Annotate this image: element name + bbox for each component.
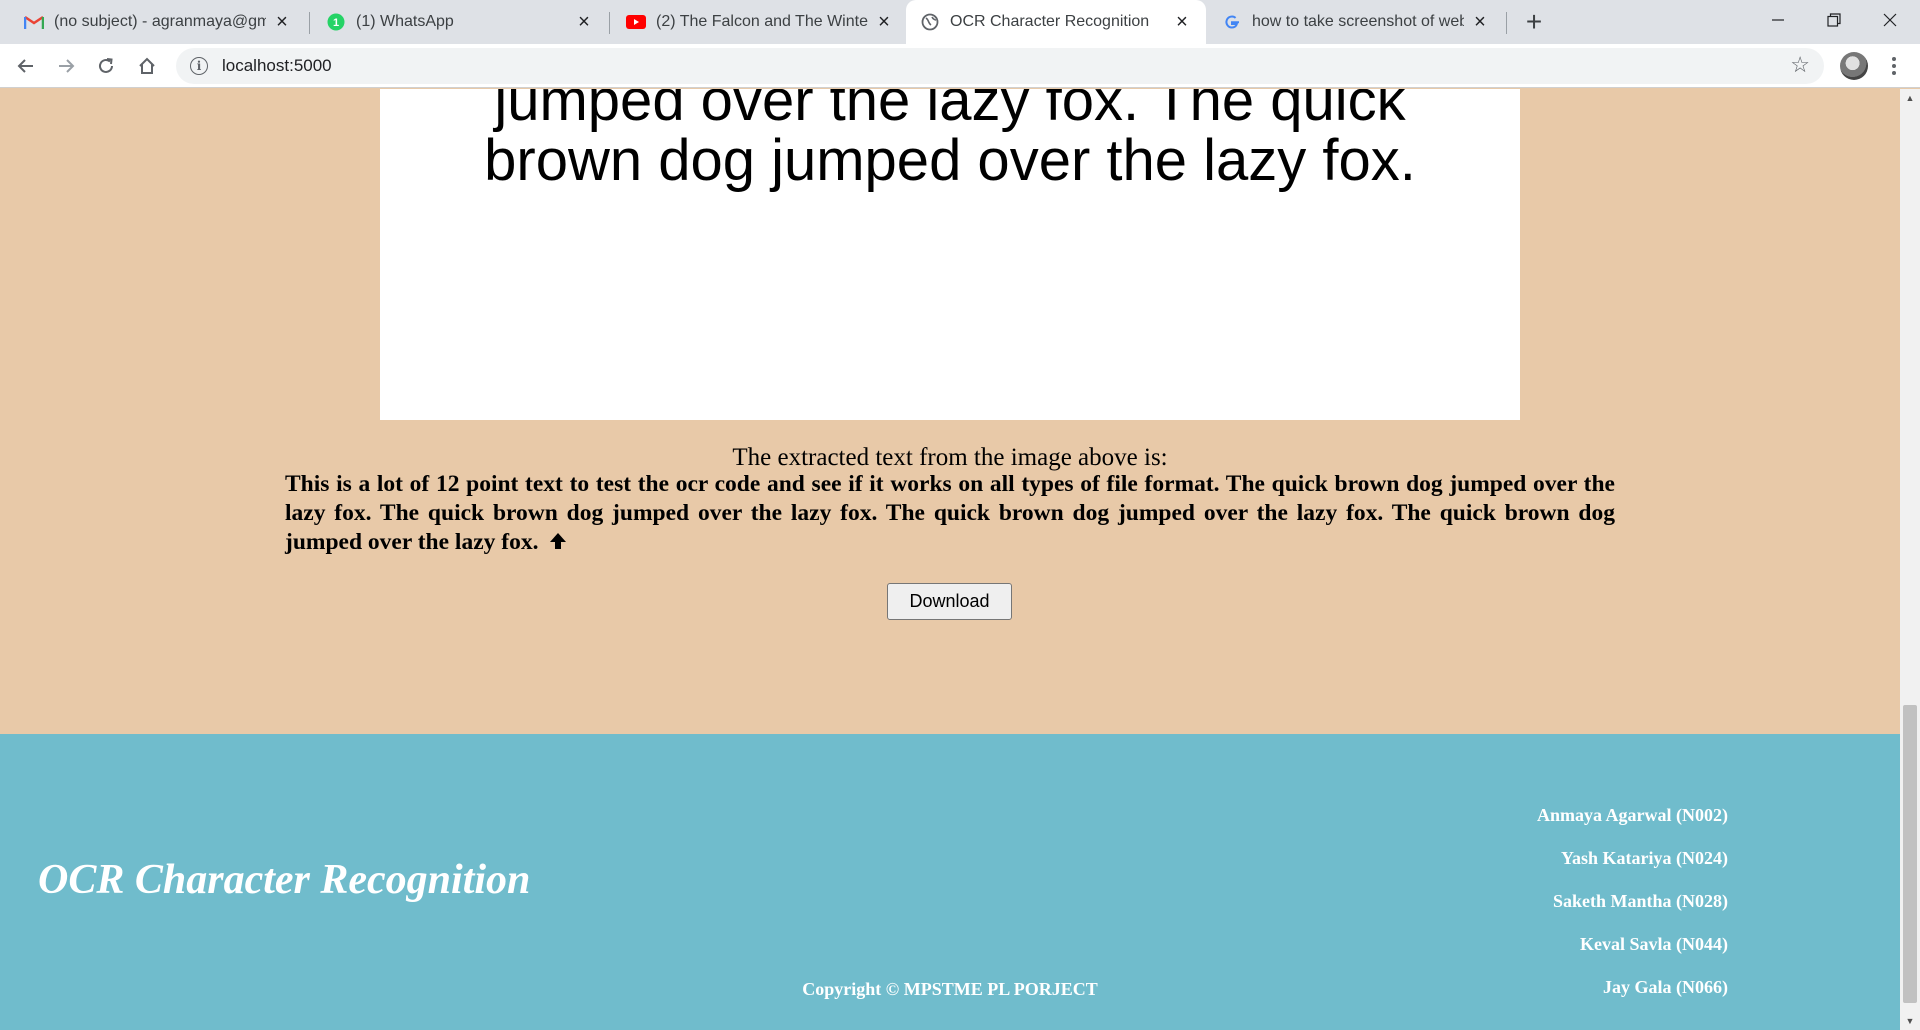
forward-icon[interactable] — [50, 50, 82, 82]
close-window-icon[interactable] — [1862, 0, 1918, 40]
arrow-up-icon — [548, 530, 568, 559]
url-text: localhost:5000 — [222, 56, 332, 75]
tab-whatsapp[interactable]: 1 (1) WhatsApp × — [312, 0, 608, 44]
scroll-down-arrow-icon[interactable]: ▼ — [1900, 1012, 1920, 1030]
tab-title: how to take screenshot of websit — [1252, 13, 1464, 30]
close-tab-icon[interactable]: × — [1172, 11, 1192, 33]
youtube-icon — [626, 12, 646, 32]
home-icon[interactable] — [131, 50, 163, 82]
browser-toolbar: i localhost:5000 ☆ — [0, 44, 1920, 88]
extracted-text-block: This is a lot of 12 point text to test t… — [285, 470, 1615, 559]
tab-strip: (no subject) - agranmaya@gmail. × 1 (1) … — [0, 0, 1920, 44]
address-bar[interactable]: i localhost:5000 ☆ — [176, 48, 1824, 84]
google-icon — [1222, 12, 1242, 32]
tab-title: (1) WhatsApp — [356, 13, 454, 30]
tab-title: OCR Character Recognition — [950, 13, 1150, 30]
restore-icon[interactable] — [1806, 0, 1862, 40]
tab-ocr-active[interactable]: OCR Character Recognition × — [906, 0, 1206, 44]
globe-icon — [920, 12, 940, 32]
extracted-caption: The extracted text from the image above … — [732, 444, 1168, 471]
uploaded-image-preview: jumped over the lazy fox. The quick brow… — [380, 89, 1520, 420]
tab-divider — [309, 12, 310, 34]
whatsapp-icon: 1 — [326, 12, 346, 32]
tab-divider — [1506, 12, 1507, 34]
browser-menu-icon[interactable] — [1884, 50, 1904, 82]
footer: OCR Character Recognition Anmaya Agarwal… — [0, 734, 1900, 1030]
image-line: jumped over the lazy fox. The quick — [494, 89, 1406, 133]
download-button[interactable]: Download — [887, 583, 1012, 620]
extracted-text: This is a lot of 12 point text to test t… — [285, 471, 1615, 555]
close-tab-icon[interactable]: × — [574, 11, 594, 33]
scroll-up-arrow-icon[interactable]: ▲ — [1900, 89, 1920, 107]
team-member: Yash Katariya (N024) — [1561, 848, 1728, 868]
tab-youtube[interactable]: (2) The Falcon and The Winter So × — [612, 0, 908, 44]
page-scrollbar[interactable]: ▲ ▼ — [1900, 89, 1920, 1030]
profile-avatar[interactable] — [1840, 52, 1868, 80]
page-content: jumped over the lazy fox. The quick brow… — [0, 89, 1900, 1030]
tab-title: (no subject) - agranmaya@gmail. — [54, 13, 266, 30]
tab-gmail[interactable]: (no subject) - agranmaya@gmail. × — [10, 0, 306, 44]
footer-brand: OCR Character Recognition — [38, 857, 531, 903]
bookmark-star-icon[interactable]: ☆ — [1790, 52, 1810, 78]
whatsapp-badge: 1 — [333, 17, 339, 29]
tab-divider — [609, 12, 610, 34]
team-member: Anmaya Agarwal (N002) — [1537, 805, 1728, 825]
reload-icon[interactable] — [90, 50, 122, 82]
close-tab-icon[interactable]: × — [874, 11, 894, 33]
team-member: Saketh Mantha (N028) — [1552, 891, 1728, 911]
close-tab-icon[interactable]: × — [1470, 11, 1490, 33]
image-text: jumped over the lazy fox. The quick brow… — [380, 89, 1520, 191]
team-list: Anmaya Agarwal (N002) Yash Katariya (N02… — [1537, 794, 1728, 1009]
close-tab-icon[interactable]: × — [272, 11, 292, 33]
image-line: brown dog jumped over the lazy fox. — [484, 128, 1416, 193]
minimize-icon[interactable] — [1750, 0, 1806, 40]
tab-title: (2) The Falcon and The Winter So — [656, 13, 868, 30]
new-tab-button[interactable]: + — [1518, 6, 1550, 38]
back-icon[interactable] — [10, 50, 42, 82]
gmail-icon — [24, 12, 44, 32]
copyright-text: Copyright © MPSTME PL PORJECT — [802, 979, 1098, 999]
tab-google[interactable]: how to take screenshot of websit × — [1208, 0, 1504, 44]
scroll-thumb[interactable] — [1903, 705, 1917, 1003]
team-member: Keval Savla (N044) — [1580, 934, 1728, 954]
site-info-icon[interactable]: i — [190, 57, 208, 75]
